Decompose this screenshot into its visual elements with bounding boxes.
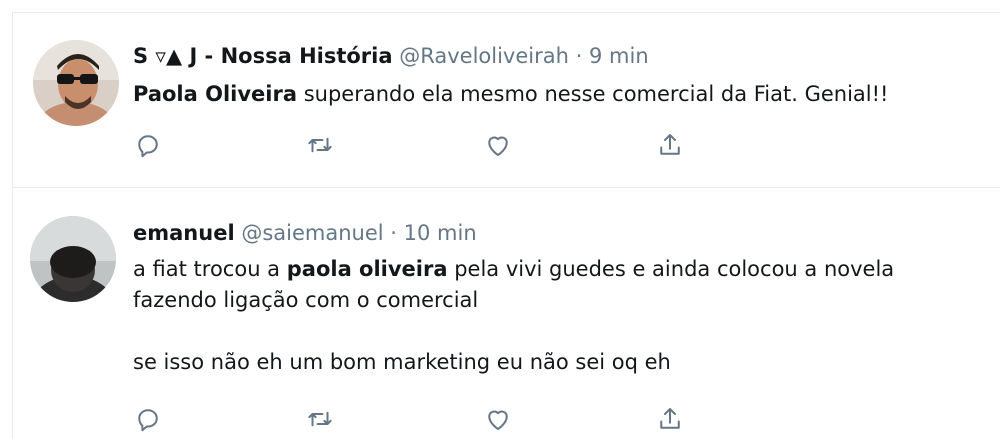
user-handle[interactable]: @saiemanuel (241, 221, 383, 245)
timestamp[interactable]: 9 min (589, 44, 649, 68)
tweet-header: S ▿▲ J - Nossa História @Raveloliveirah … (133, 41, 980, 71)
display-name[interactable]: S ▿▲ J - Nossa História (133, 44, 393, 68)
like-button[interactable] (483, 130, 513, 160)
tweet-text-start: a fiat trocou a (133, 257, 287, 281)
highlighted-term: paola oliveira (286, 257, 448, 281)
reply-icon (138, 409, 158, 432)
share-button[interactable] (655, 130, 685, 160)
share-button[interactable] (655, 404, 685, 434)
retweet-icon (308, 411, 332, 427)
tweet-paragraph: a fiat trocou a paola oliveira pela vivi… (133, 254, 980, 316)
timestamp[interactable]: 10 min (404, 221, 477, 245)
reply-button[interactable] (133, 404, 163, 434)
user-handle[interactable]: @Raveloliveirah (399, 44, 569, 68)
display-name[interactable]: emanuel (133, 221, 235, 245)
tweet-paragraph: se isso não eh um bom marketing eu não s… (133, 350, 671, 374)
retweet-button[interactable] (305, 130, 335, 160)
tweet-text-rest: superando ela mesmo nesse comercial da F… (297, 82, 889, 106)
tweet[interactable]: S ▿▲ J - Nossa História @Raveloliveirah … (13, 13, 1000, 188)
retweet-icon (308, 137, 332, 153)
tweet-text: Paola Oliveira superando ela mesmo nesse… (133, 79, 980, 110)
share-icon (660, 134, 680, 155)
like-button[interactable] (483, 404, 513, 434)
separator-dot: · (390, 221, 397, 245)
share-icon (660, 408, 680, 429)
reply-button[interactable] (133, 130, 163, 160)
separator-dot: · (575, 44, 583, 68)
avatar[interactable] (30, 216, 116, 302)
tweet-actions (133, 130, 693, 160)
tweet-actions (133, 404, 693, 434)
highlighted-term: Paola Oliveira (133, 82, 298, 106)
heart-icon (488, 410, 508, 430)
tweet-header: emanuel @saiemanuel · 10 min (133, 218, 980, 248)
reply-icon (138, 135, 158, 158)
heart-icon (488, 136, 508, 156)
tweet[interactable]: emanuel @saiemanuel · 10 min a fiat troc… (13, 188, 1000, 439)
retweet-button[interactable] (305, 404, 335, 434)
avatar[interactable] (33, 40, 119, 126)
tweet-text: a fiat trocou a paola oliveira pela vivi… (133, 254, 980, 378)
